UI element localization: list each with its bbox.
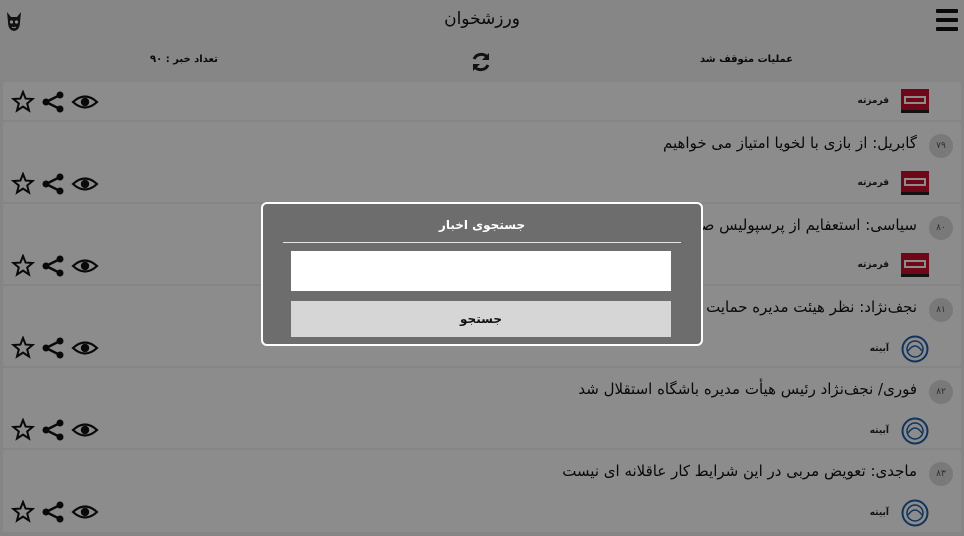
dialog-divider xyxy=(283,242,681,243)
search-dialog: جستجوی اخبار جستجو xyxy=(261,202,703,346)
search-button[interactable]: جستجو xyxy=(291,301,671,337)
search-input[interactable] xyxy=(291,251,671,291)
dialog-title: جستجوی اخبار xyxy=(438,218,526,232)
